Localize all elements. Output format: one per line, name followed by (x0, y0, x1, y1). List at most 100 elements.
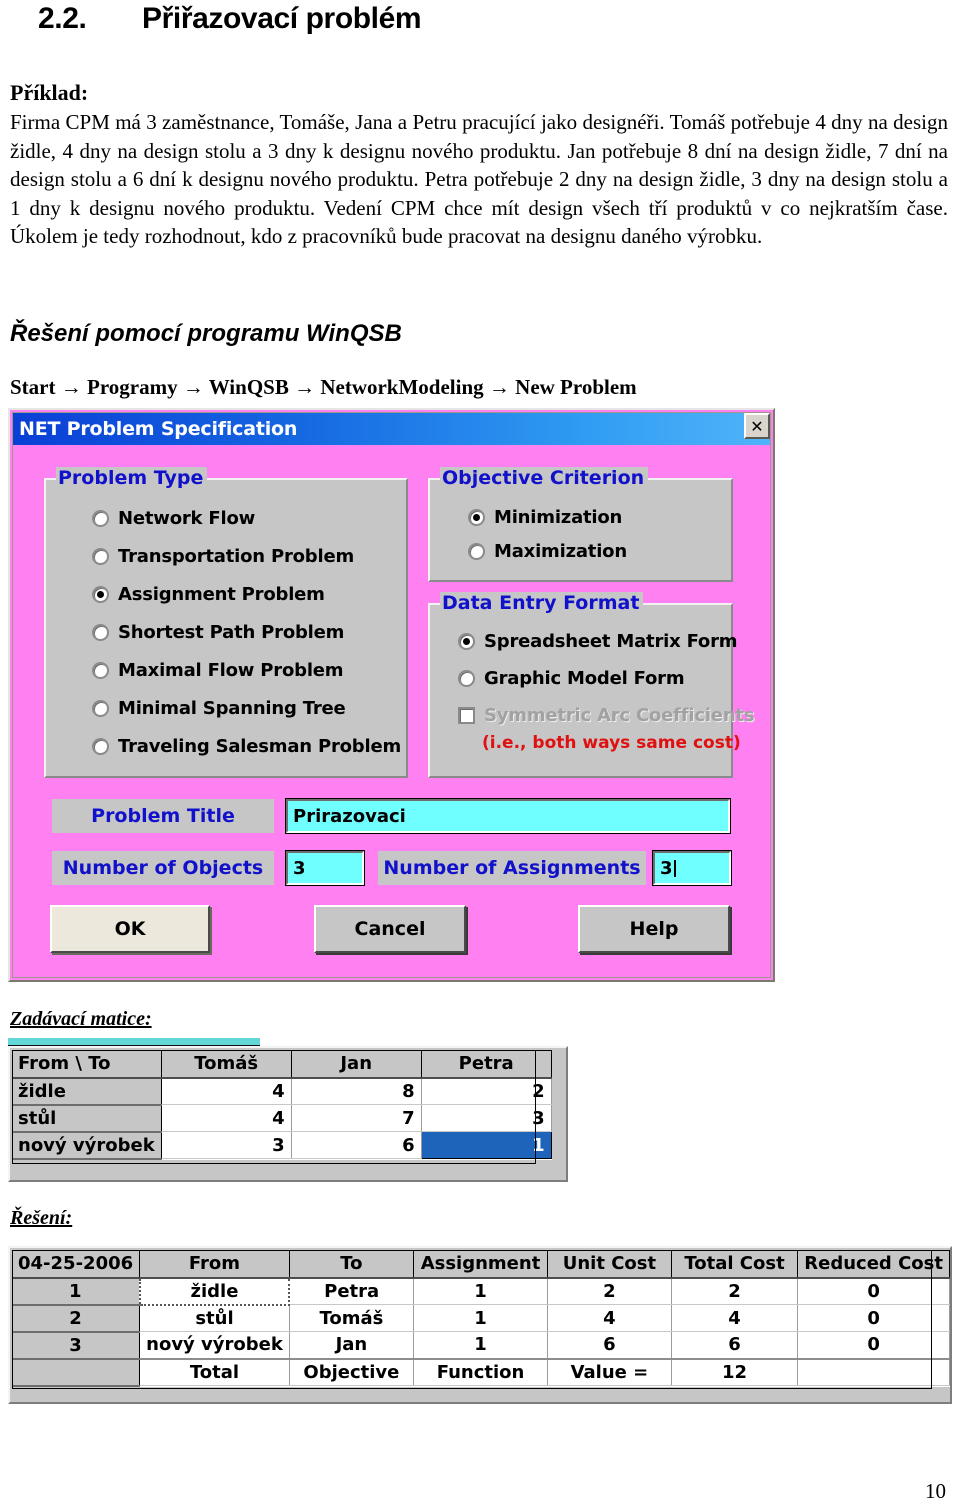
help-button[interactable]: Help (578, 905, 730, 953)
radio-label: Transportation Problem (118, 546, 355, 567)
radio-network-flow[interactable]: Network Flow (92, 508, 255, 529)
number-of-objects-value: 3 (293, 857, 306, 879)
number-of-assignments-value: 3 (660, 857, 673, 879)
ok-button[interactable]: OK (50, 905, 210, 953)
radio-label: Minimization (494, 507, 623, 528)
table-header-row: 04-25-2006 From To Assignment Unit Cost … (12, 1250, 950, 1279)
solution-cell-total-cost[interactable]: 6 (671, 1331, 799, 1359)
matrix-row-header: židle (12, 1077, 162, 1106)
radio-icon[interactable] (458, 670, 475, 687)
matrix-table[interactable]: From \ To Tomáš Jan Petra židle 4 8 2 st… (12, 1050, 552, 1160)
solution-cell-reduced-cost[interactable]: 0 (797, 1304, 950, 1332)
matrix-cell[interactable]: 8 (291, 1077, 422, 1105)
solution-cell-to[interactable]: Tomáš (289, 1304, 414, 1332)
matrix-cell[interactable]: 2 (421, 1077, 552, 1105)
problem-type-group-title: Problem Type (56, 467, 208, 489)
radio-label: Minimal Spanning Tree (118, 698, 346, 719)
radio-traveling-salesman-problem[interactable]: Traveling Salesman Problem (92, 736, 401, 757)
solution-cell-assignment[interactable]: 1 (413, 1277, 549, 1305)
solution-col-from: From (139, 1250, 290, 1279)
solution-cell-reduced-cost[interactable]: 0 (797, 1277, 950, 1305)
table-header-row: From \ To Tomáš Jan Petra (12, 1050, 552, 1079)
matrix-cell[interactable]: 4 (161, 1077, 292, 1105)
number-of-objects-input[interactable]: 3 (285, 850, 365, 886)
solution-cell-reduced-cost[interactable]: 0 (797, 1331, 950, 1359)
radio-label: Shortest Path Problem (118, 622, 345, 643)
solution-total-value-label: Value = (547, 1357, 672, 1386)
table-row[interactable]: stůl 4 7 3 (12, 1104, 552, 1133)
solution-cell-unit-cost[interactable]: 4 (547, 1304, 672, 1332)
radio-icon[interactable] (92, 548, 109, 565)
radio-spreadsheet-matrix-form[interactable]: Spreadsheet Matrix Form (458, 631, 738, 652)
problem-type-group: Problem Type Network Flow Transportation… (44, 467, 408, 778)
radio-label: Spreadsheet Matrix Form (484, 631, 738, 652)
solution-total-blank (797, 1357, 950, 1386)
matrix-cell[interactable]: 4 (161, 1104, 292, 1132)
matrix-col-2: Jan (291, 1050, 422, 1079)
table-row[interactable]: 1 židle Petra 1 2 2 0 (12, 1276, 950, 1306)
solution-cell-from[interactable]: stůl (139, 1304, 290, 1332)
matrix-cell[interactable]: 3 (161, 1131, 292, 1159)
solution-total-label: Total (139, 1357, 290, 1386)
objective-criterion-group-title: Objective Criterion (440, 467, 649, 489)
radio-icon[interactable] (468, 543, 485, 560)
problem-title-input[interactable]: Prirazovaci (285, 798, 731, 834)
radio-transportation-problem[interactable]: Transportation Problem (92, 546, 354, 567)
solution-cell-from-focused[interactable]: židle (138, 1276, 291, 1306)
solution-cell-to[interactable]: Jan (289, 1331, 414, 1359)
radio-graphic-model-form[interactable]: Graphic Model Form (458, 668, 685, 689)
solution-cell-assignment[interactable]: 1 (413, 1331, 549, 1359)
solution-table[interactable]: 04-25-2006 From To Assignment Unit Cost … (12, 1250, 950, 1387)
matrix-cell[interactable]: 6 (291, 1131, 422, 1159)
radio-maximization[interactable]: Maximization (468, 541, 627, 562)
solution-col-total-cost: Total Cost (671, 1250, 799, 1279)
matrix-cell[interactable]: 7 (291, 1104, 422, 1132)
radio-icon[interactable] (92, 586, 109, 603)
solution-col-assignment: Assignment (413, 1250, 549, 1279)
solution-row-index: 1 (12, 1277, 141, 1306)
radio-icon[interactable] (92, 700, 109, 717)
radio-icon[interactable] (92, 624, 109, 641)
solution-cell-unit-cost[interactable]: 6 (547, 1331, 672, 1359)
radio-label: Assignment Problem (118, 584, 325, 605)
table-row[interactable]: 3 nový výrobek Jan 1 6 6 0 (12, 1331, 950, 1360)
radio-label: Traveling Salesman Problem (118, 736, 402, 757)
solution-cell-from[interactable]: nový výrobek (139, 1331, 290, 1359)
solution-col-unit-cost: Unit Cost (547, 1250, 672, 1279)
solution-cell-assignment[interactable]: 1 (413, 1304, 549, 1332)
radio-shortest-path-problem[interactable]: Shortest Path Problem (92, 622, 344, 643)
matrix-row-header: stůl (12, 1104, 162, 1133)
solution-cell-total-cost[interactable]: 2 (671, 1277, 799, 1305)
table-row[interactable]: nový výrobek 3 6 1 (12, 1131, 552, 1160)
solution-spreadsheet-window: 04-25-2006 From To Assignment Unit Cost … (8, 1246, 952, 1404)
radio-assignment-problem[interactable]: Assignment Problem (92, 584, 325, 605)
matrix-col-3: Petra (421, 1050, 552, 1079)
radio-minimal-spanning-tree[interactable]: Minimal Spanning Tree (92, 698, 346, 719)
radio-icon[interactable] (458, 633, 475, 650)
number-of-objects-label: Number of Objects (52, 851, 274, 885)
matrix-cell[interactable]: 3 (421, 1104, 552, 1132)
table-row[interactable]: židle 4 8 2 (12, 1077, 552, 1106)
caption-solution: Řešení: (10, 1207, 73, 1229)
radio-icon[interactable] (92, 510, 109, 527)
radio-minimization[interactable]: Minimization (468, 507, 622, 528)
number-of-assignments-input[interactable]: 3 (652, 850, 732, 886)
solution-cell-unit-cost[interactable]: 2 (547, 1277, 672, 1305)
solution-cell-total-cost[interactable]: 4 (671, 1304, 799, 1332)
matrix-cell-selected[interactable]: 1 (420, 1131, 552, 1159)
checkbox-icon (458, 707, 475, 724)
table-row[interactable]: 2 stůl Tomáš 1 4 4 0 (12, 1304, 950, 1333)
solution-col-reduced-cost: Reduced Cost (797, 1250, 950, 1279)
radio-maximal-flow-problem[interactable]: Maximal Flow Problem (92, 660, 344, 681)
matrix-col-0: From \ To (12, 1050, 162, 1079)
solution-cell-to[interactable]: Petra (289, 1277, 414, 1305)
close-icon[interactable]: ✕ (744, 413, 770, 439)
radio-icon[interactable] (92, 662, 109, 679)
dialog-titlebar[interactable]: NET Problem Specification (13, 413, 770, 445)
cancel-button[interactable]: Cancel (314, 905, 466, 953)
caption-matrix: Zadávací matice: (10, 1008, 152, 1030)
solution-total-value: 12 (671, 1357, 799, 1386)
radio-icon[interactable] (92, 738, 109, 755)
radio-icon[interactable] (468, 509, 485, 526)
table-total-row[interactable]: Total Objective Function Value = 12 (12, 1357, 950, 1387)
